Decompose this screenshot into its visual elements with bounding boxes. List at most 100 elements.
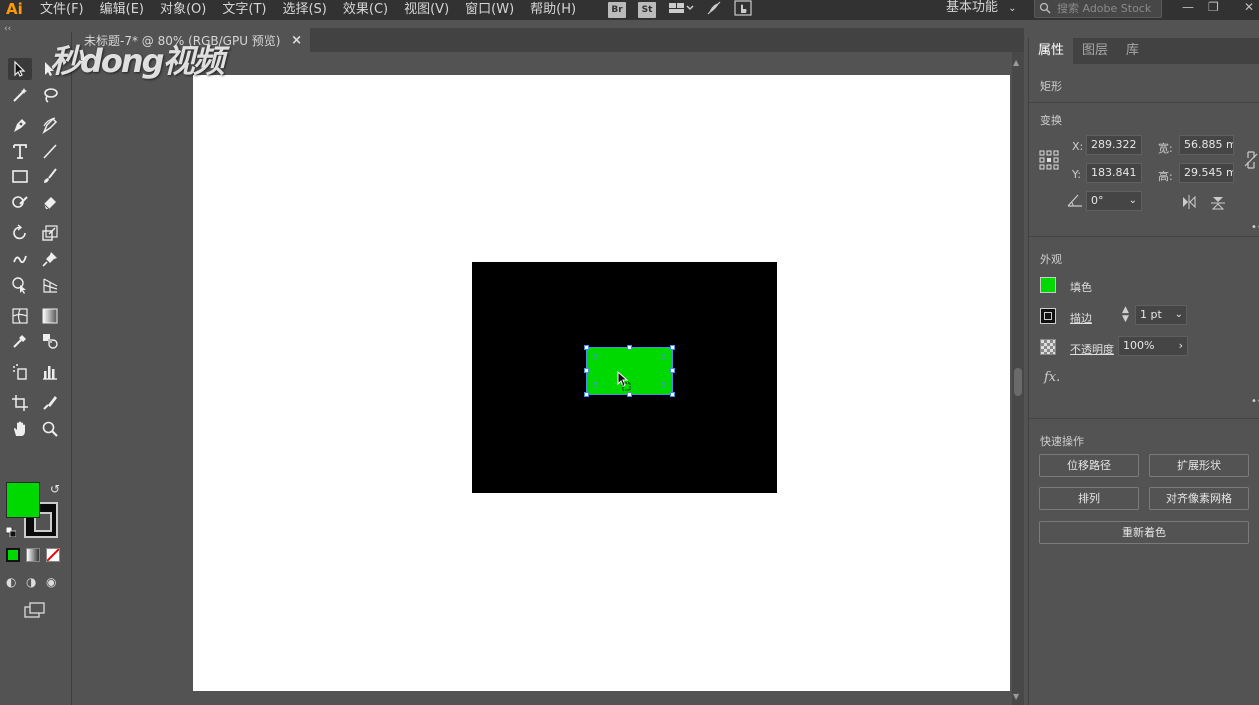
width-field[interactable]: 56.885 m — [1179, 135, 1234, 155]
paintbrush-tool-icon[interactable] — [38, 165, 62, 187]
draw-inside-icon[interactable]: ◉ — [46, 575, 60, 589]
flip-vertical-icon[interactable] — [1211, 195, 1225, 215]
none-mode-button[interactable] — [46, 548, 60, 562]
artboard[interactable] — [193, 75, 1010, 691]
eraser-tool-icon[interactable] — [38, 191, 62, 213]
type-tool-icon[interactable] — [8, 140, 32, 162]
black-rectangle[interactable] — [472, 262, 777, 493]
rectangle-tool-icon[interactable] — [8, 165, 32, 187]
line-tool-icon[interactable] — [38, 140, 62, 162]
workspace-switcher[interactable]: 基本功能 ⌄ — [946, 0, 1017, 17]
constrain-proportions-icon[interactable] — [1244, 150, 1258, 174]
fill-color-swatch[interactable] — [6, 482, 40, 518]
recolor-button[interactable]: 重新着色 — [1039, 521, 1249, 544]
flip-horizontal-icon[interactable] — [1181, 195, 1197, 213]
artboard-tool-icon[interactable] — [8, 392, 32, 414]
feather-brush-icon[interactable] — [706, 0, 722, 20]
chevron-down-icon[interactable]: ⌄ — [1129, 192, 1137, 210]
y-field[interactable]: 183.841 — [1086, 163, 1142, 183]
stroke-weight-stepper-icon[interactable]: ▲ ▼ — [1122, 306, 1129, 324]
tab-properties[interactable]: 属性 — [1029, 38, 1074, 64]
vertical-scrollbar[interactable]: ▲ ▼ — [1012, 52, 1024, 705]
zoom-tool-icon[interactable] — [38, 418, 62, 440]
column-graph-tool-icon[interactable] — [38, 361, 62, 383]
scale-tool-icon[interactable] — [38, 222, 62, 244]
menu-item[interactable]: 视图(V) — [396, 1, 457, 19]
color-mode-button[interactable] — [6, 548, 20, 562]
reference-point-icon[interactable] — [1039, 150, 1059, 174]
arrange-documents-icon[interactable] — [668, 1, 694, 19]
symbol-sprayer-tool-icon[interactable] — [8, 361, 32, 383]
canvas-area[interactable] — [74, 52, 1012, 705]
corner-widget[interactable] — [593, 354, 598, 359]
align-pixel-grid-button[interactable]: 对齐像素网格 — [1149, 487, 1249, 510]
expand-shape-button[interactable]: 扩展形状 — [1149, 454, 1249, 477]
opacity-label[interactable]: 不透明度 — [1070, 341, 1114, 357]
bridge-button[interactable]: Br — [608, 2, 627, 18]
stroke-label[interactable]: 描边 — [1070, 310, 1092, 326]
chevron-down-icon[interactable]: ⌄ — [1175, 306, 1183, 324]
gradient-mode-button[interactable] — [26, 548, 40, 562]
menu-item[interactable]: 效果(C) — [335, 1, 396, 19]
scroll-up-icon[interactable]: ▲ — [1013, 58, 1019, 67]
tab-layers[interactable]: 图层 — [1073, 38, 1117, 64]
shaper-tool-icon[interactable] — [8, 191, 32, 213]
tab-libraries[interactable]: 库 — [1117, 38, 1148, 64]
pen-tool-icon[interactable] — [8, 114, 32, 136]
bounding-handle-top-left[interactable] — [584, 345, 589, 350]
stroke-swatch-panel[interactable] — [1040, 308, 1056, 324]
opacity-field[interactable]: 100% › — [1118, 336, 1188, 356]
blend-tool-icon[interactable] — [38, 330, 62, 352]
stock-search-field[interactable]: 搜索 Adobe Stock — [1034, 0, 1162, 18]
bounding-handle-middle-left[interactable] — [584, 368, 589, 373]
screen-mode-icon[interactable] — [24, 602, 46, 620]
shape-builder-tool-icon[interactable] — [8, 274, 32, 296]
arrange-button[interactable]: 排列 — [1039, 487, 1139, 510]
gradient-tool-icon[interactable] — [38, 305, 62, 327]
menu-item[interactable]: 选择(S) — [274, 1, 334, 19]
offset-path-button[interactable]: 位移路径 — [1039, 454, 1139, 477]
minimize-button[interactable]: — — [1182, 0, 1194, 14]
fill-swatch-panel[interactable] — [1040, 277, 1056, 293]
lasso-tool-icon[interactable] — [38, 84, 62, 106]
corner-widget[interactable] — [593, 382, 598, 387]
transform-more-options-icon[interactable]: •• — [1251, 222, 1259, 233]
menu-item[interactable]: 文字(T) — [214, 1, 274, 19]
chevron-right-icon[interactable]: › — [1179, 337, 1183, 355]
menu-item[interactable]: 窗口(W) — [457, 1, 522, 19]
bounding-handle-middle-right[interactable] — [670, 368, 675, 373]
x-field[interactable]: 289.322 — [1086, 135, 1142, 155]
swap-fill-stroke-icon[interactable]: ↺ — [50, 482, 60, 496]
rotate-tool-icon[interactable] — [8, 222, 32, 244]
warp-tool-icon[interactable] — [8, 248, 32, 270]
hand-tool-icon[interactable] — [8, 418, 32, 440]
menu-item[interactable]: 对象(O) — [152, 1, 214, 19]
menu-item[interactable]: 文件(F) — [32, 1, 92, 19]
appearance-more-options-icon[interactable]: •• — [1251, 396, 1259, 407]
green-rectangle-selected[interactable] — [584, 345, 675, 397]
fx-effects-button[interactable]: fx. — [1044, 370, 1060, 385]
slice-tool-icon[interactable] — [38, 392, 62, 414]
rotate-angle-field[interactable]: 0° ⌄ — [1086, 191, 1142, 211]
stock-button[interactable]: St — [638, 2, 657, 18]
bounding-handle-bottom-right[interactable] — [670, 392, 675, 397]
draw-normal-icon[interactable]: ◐ — [6, 575, 20, 589]
close-tab-icon[interactable]: × — [291, 33, 302, 48]
menu-item[interactable]: 编辑(E) — [92, 1, 152, 19]
restore-button[interactable]: ❐ — [1208, 0, 1219, 14]
default-fill-stroke-icon[interactable] — [5, 526, 17, 538]
stroke-weight-field[interactable]: 1 pt ⌄ — [1135, 305, 1187, 325]
perspective-grid-tool-icon[interactable] — [38, 274, 62, 296]
close-window-button[interactable]: ✕ — [1244, 0, 1254, 14]
scroll-down-icon[interactable]: ▼ — [1013, 692, 1019, 701]
curvature-tool-icon[interactable] — [38, 114, 62, 136]
selection-tool-icon[interactable] — [8, 58, 32, 80]
menu-item[interactable]: 帮助(H) — [522, 1, 584, 19]
bounding-handle-bottom-left[interactable] — [584, 392, 589, 397]
scrollbar-thumb[interactable] — [1014, 368, 1022, 396]
puppet-warp-tool-icon[interactable] — [38, 248, 62, 270]
height-field[interactable]: 29.545 m — [1179, 163, 1234, 183]
bounding-handle-top-middle[interactable] — [627, 345, 632, 350]
magic-wand-tool-icon[interactable] — [8, 84, 32, 106]
bounding-handle-top-right[interactable] — [670, 345, 675, 350]
